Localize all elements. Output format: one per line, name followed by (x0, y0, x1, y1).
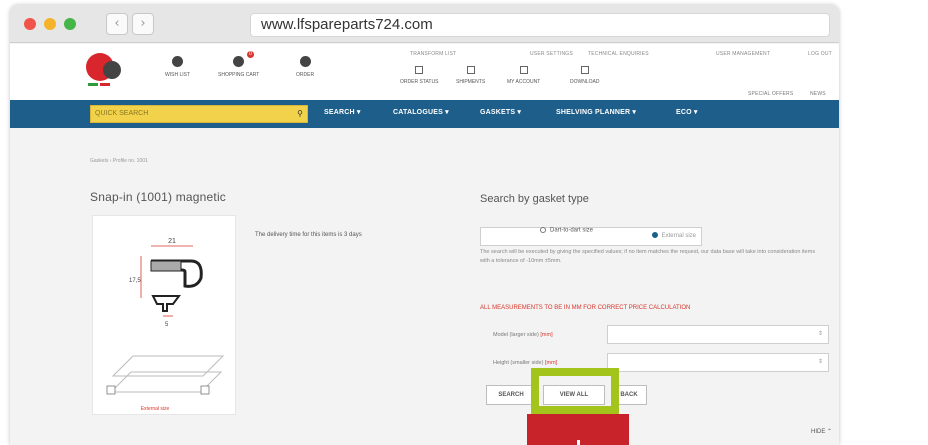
back-button[interactable]: ‹ (106, 13, 128, 35)
dimension-height-label: 17,5 (129, 278, 141, 284)
menu-eco[interactable]: ECO ▾ (676, 108, 698, 116)
browser-toolbar: ‹ › www.lfspareparts724.com (10, 5, 839, 43)
news-link[interactable]: NEWS (810, 91, 826, 97)
page-title: Snap-in (1001) magnetic (90, 190, 227, 204)
order-status-label: ORDER STATUS (400, 79, 439, 85)
radio-dart-label: Dart-to-dart size (550, 227, 594, 234)
marker-tick (577, 440, 580, 445)
external-size-caption: External size (141, 406, 170, 412)
radio-dot-icon (540, 227, 546, 233)
forward-button[interactable]: › (132, 13, 154, 35)
address-bar[interactable]: www.lfspareparts724.com (250, 13, 830, 37)
wish-list-label: WISH LIST (165, 72, 191, 78)
browser-window: ‹ › www.lfspareparts724.com WISH LIST SH… (10, 5, 839, 445)
download-label: DOWNLOAD (570, 79, 600, 85)
wish-list-link[interactable]: WISH LIST (165, 56, 190, 78)
quick-search-placeholder: QUICK SEARCH (95, 110, 149, 117)
hide-toggle[interactable]: HIDE ⌃ (811, 428, 832, 435)
radio-dart-to-dart-size[interactable]: Dart-to-dart size (540, 227, 593, 234)
clipboard-icon (415, 66, 424, 74)
account-icon (519, 66, 528, 74)
gasket-drawing: 21 17,5 5 External size (106, 238, 225, 412)
menu-catalogues[interactable]: CATALOGUES ▾ (393, 108, 449, 116)
radio-dot-icon (651, 232, 658, 239)
menu-shelving-planner[interactable]: SHELVING PLANNER ▾ (556, 108, 636, 116)
minimize-window-button[interactable] (44, 18, 56, 30)
shopping-cart-label: SHOPPING CART (218, 72, 260, 78)
field-model-label: Model (larger side) [mm] (493, 332, 553, 338)
close-window-button[interactable] (24, 18, 36, 30)
menu-gaskets[interactable]: GASKETS ▾ (480, 108, 521, 116)
shopping-cart-link[interactable]: SHOPPING CART (218, 56, 259, 78)
dimension-depth-label: 5 (165, 322, 169, 328)
toplink-log-out[interactable]: LOG OUT (808, 51, 832, 57)
cart-icon (233, 56, 245, 67)
view-all-highlight-frame (531, 368, 619, 414)
main-navbar: QUICK SEARCH ⚲ SEARCH ▾ CATALOGUES ▾ GAS… (10, 100, 839, 128)
toplink-user-management[interactable]: USER MANAGEMENT (716, 51, 770, 57)
height-select[interactable]: ⇕ (607, 353, 829, 372)
dimension-width-label: 21 (168, 238, 176, 245)
field-height-unit: [mm] (544, 360, 558, 366)
search-section-title: Search by gasket type (480, 193, 589, 205)
field-model-text: Model (larger side) (493, 332, 539, 338)
delivery-time-text: The delivery time for this items is 3 da… (255, 232, 362, 238)
cart-badge: 0 (247, 51, 254, 58)
my-account-label: MY ACCOUNT (507, 79, 541, 85)
site-logo[interactable] (80, 50, 130, 90)
breadcrumb[interactable]: Gaskets › Profile no. 1001 (90, 158, 148, 164)
toplink-transform-list[interactable]: TRANSFORM LIST (410, 51, 456, 57)
field-model-unit: [mm] (540, 332, 553, 338)
truck-icon (466, 66, 475, 74)
search-description: The search will be executed by giving th… (480, 249, 816, 264)
download-icon (580, 66, 589, 74)
radio-external-label: External size (661, 233, 696, 239)
search-icon[interactable]: ⚲ (297, 106, 303, 122)
maximize-window-button[interactable] (64, 18, 76, 30)
field-height-label: Height (smaller side) [mm] (493, 360, 557, 366)
order-label: ORDER (296, 72, 315, 78)
red-cta-block[interactable] (527, 414, 629, 445)
gasket-profile-image: 21 17,5 5 External size (92, 215, 236, 415)
field-height-text: Height (smaller side) (493, 360, 544, 366)
special-offers-link[interactable]: SPECIAL OFFERS (748, 91, 793, 97)
shipments-link[interactable]: SHIPMENTS (456, 66, 485, 85)
download-link[interactable]: DOWNLOAD (570, 66, 599, 85)
search-button[interactable]: SEARCH (486, 385, 536, 405)
order-link[interactable]: ORDER (296, 56, 314, 78)
order-status-link[interactable]: ORDER STATUS (400, 66, 438, 85)
toplink-technical-enquiries[interactable]: TECHNICAL ENQUIRIES (588, 51, 649, 57)
measurement-warning: ALL MEASUREMENTS TO BE IN MM FOR CORRECT… (480, 305, 691, 311)
model-select[interactable]: ⇕ (607, 325, 829, 344)
shipments-label: SHIPMENTS (456, 79, 486, 85)
site-header: WISH LIST SHOPPING CART 0 ORDER TRANSFOR… (10, 44, 839, 100)
toplink-user-settings[interactable]: USER SETTINGS (530, 51, 573, 57)
quick-search-input[interactable]: QUICK SEARCH ⚲ (90, 105, 308, 123)
order-icon (299, 56, 311, 67)
my-account-link[interactable]: MY ACCOUNT (507, 66, 540, 85)
menu-search[interactable]: SEARCH ▾ (324, 108, 361, 116)
heart-icon (172, 56, 183, 67)
